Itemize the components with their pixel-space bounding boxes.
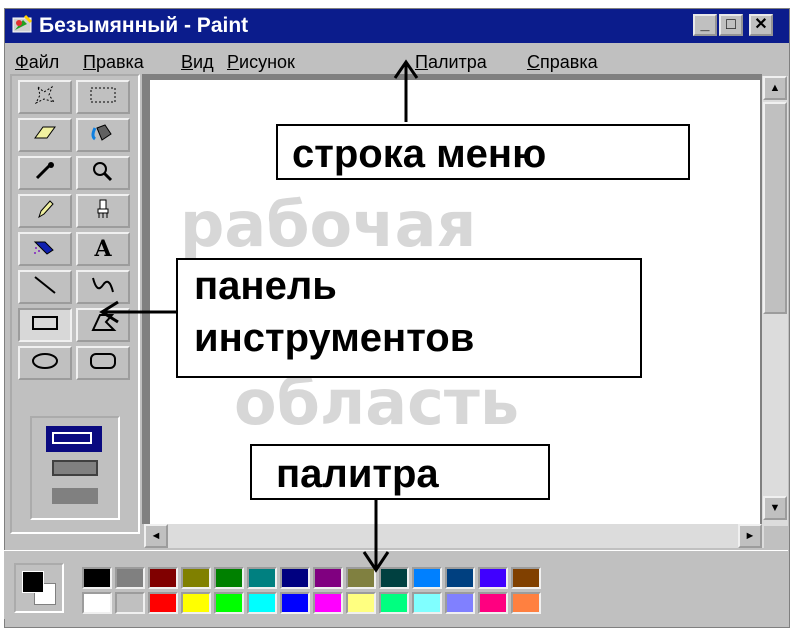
tool-ellipse-button[interactable]	[18, 346, 72, 380]
eraser-icon	[31, 122, 59, 149]
callout-palette: палитра	[250, 444, 550, 500]
current-colors[interactable]	[14, 563, 64, 613]
arrow-left-icon: ◄	[150, 530, 162, 542]
callout-menu-bar: строка меню	[276, 124, 690, 180]
tool-curve-button[interactable]	[76, 270, 130, 304]
tool-free-form-select-button[interactable]	[18, 80, 72, 114]
rectangle-icon	[30, 312, 60, 339]
ghost-label-working: рабочая	[180, 188, 477, 261]
maximize-icon: □	[726, 16, 736, 33]
tool-fill-bucket-button[interactable]	[76, 118, 130, 152]
pencil-icon	[31, 198, 59, 225]
maximize-button[interactable]: □	[719, 14, 743, 36]
tool-airbrush-button[interactable]	[18, 232, 72, 266]
foreground-color-swatch	[22, 571, 44, 593]
palette-swatch[interactable]	[346, 567, 376, 589]
ellipse-icon	[30, 350, 60, 377]
menu-image[interactable]: Рисунок	[227, 51, 295, 73]
color-picker-icon	[31, 160, 59, 187]
option-outline-fill[interactable]	[52, 460, 98, 476]
palette-swatch[interactable]	[247, 592, 277, 614]
tool-brush-button[interactable]	[76, 194, 130, 228]
line-icon	[31, 274, 59, 301]
tool-rectangle-button[interactable]	[18, 308, 72, 342]
arrow-right-icon: ►	[744, 530, 756, 542]
palette-swatch[interactable]	[379, 567, 409, 589]
paint-app-icon	[12, 14, 33, 33]
palette-swatch[interactable]	[412, 567, 442, 589]
palette-swatch[interactable]	[82, 567, 112, 589]
scroll-left-button[interactable]: ◄	[144, 524, 168, 548]
toolbox: A	[10, 74, 140, 534]
tool-eraser-button[interactable]	[18, 118, 72, 152]
callout-toolbar: панель инструментов	[176, 258, 642, 378]
palette-swatch[interactable]	[445, 567, 475, 589]
menu-view[interactable]: Вид	[181, 51, 214, 73]
palette-swatch[interactable]	[214, 567, 244, 589]
arrow-up-icon: ▲	[769, 82, 781, 94]
rounded-rectangle-icon	[88, 350, 118, 377]
tool-magnifier-button[interactable]	[76, 156, 130, 190]
palette-swatch[interactable]	[247, 567, 277, 589]
magnifier-icon	[89, 160, 117, 187]
palette-swatch[interactable]	[511, 592, 541, 614]
window-title: Безымянный - Paint	[39, 14, 249, 37]
airbrush-icon	[31, 236, 59, 263]
tool-rounded-rectangle-button[interactable]	[76, 346, 130, 380]
menu-bar: Файл Правка Вид Рисунок Палитра Справка	[5, 47, 789, 77]
palette-swatch[interactable]	[148, 567, 178, 589]
palette-swatch[interactable]	[478, 567, 508, 589]
minimize-button[interactable]: _	[693, 14, 717, 36]
horizontal-scrollbar[interactable]: ◄ ►	[144, 524, 764, 548]
menu-edit[interactable]: Правка	[83, 51, 144, 73]
palette-swatch[interactable]	[313, 567, 343, 589]
palette-swatch[interactable]	[313, 592, 343, 614]
option-selected-fill	[46, 426, 102, 452]
palette-swatch[interactable]	[181, 567, 211, 589]
palette-swatch[interactable]	[181, 592, 211, 614]
polygon-icon	[88, 312, 118, 339]
palette-swatch[interactable]	[115, 567, 145, 589]
color-palette	[4, 550, 788, 619]
curve-icon	[89, 274, 117, 301]
select-icon	[88, 84, 118, 111]
vertical-scrollbar[interactable]: ▲ ▼	[762, 76, 788, 526]
palette-swatch[interactable]	[148, 592, 178, 614]
title-bar[interactable]: Безымянный - Paint _ □ ✕	[5, 9, 789, 43]
tool-options-box[interactable]	[30, 416, 120, 520]
tool-pencil-button[interactable]	[18, 194, 72, 228]
free-form-select-icon	[32, 84, 58, 111]
menu-file[interactable]: Файл	[15, 51, 59, 73]
palette-swatch[interactable]	[445, 592, 475, 614]
menu-help[interactable]: Справка	[527, 51, 598, 73]
palette-swatch[interactable]	[280, 592, 310, 614]
palette-swatch[interactable]	[115, 592, 145, 614]
palette-swatch[interactable]	[379, 592, 409, 614]
option-fill-only[interactable]	[52, 488, 98, 504]
vertical-scroll-thumb[interactable]	[763, 102, 787, 314]
palette-swatch[interactable]	[346, 592, 376, 614]
palette-swatch[interactable]	[412, 592, 442, 614]
text-icon: A	[94, 236, 112, 262]
scroll-up-button[interactable]: ▲	[763, 76, 787, 100]
arrow-down-icon: ▼	[769, 502, 781, 514]
palette-swatch[interactable]	[214, 592, 244, 614]
tool-color-picker-button[interactable]	[18, 156, 72, 190]
palette-swatch[interactable]	[511, 567, 541, 589]
close-icon: ✕	[754, 16, 768, 33]
brush-icon	[89, 198, 117, 225]
tool-select-button[interactable]	[76, 80, 130, 114]
fill-bucket-icon	[89, 122, 117, 149]
tool-line-button[interactable]	[18, 270, 72, 304]
menu-colors[interactable]: Палитра	[415, 51, 487, 73]
palette-swatch[interactable]	[82, 592, 112, 614]
close-button[interactable]: ✕	[749, 14, 773, 36]
scroll-right-button[interactable]: ►	[738, 524, 762, 548]
tool-text-button[interactable]: A	[76, 232, 130, 266]
scroll-down-button[interactable]: ▼	[763, 496, 787, 520]
palette-swatch[interactable]	[280, 567, 310, 589]
minimize-icon: _	[700, 16, 710, 33]
tool-polygon-button[interactable]	[76, 308, 130, 342]
palette-swatch[interactable]	[478, 592, 508, 614]
